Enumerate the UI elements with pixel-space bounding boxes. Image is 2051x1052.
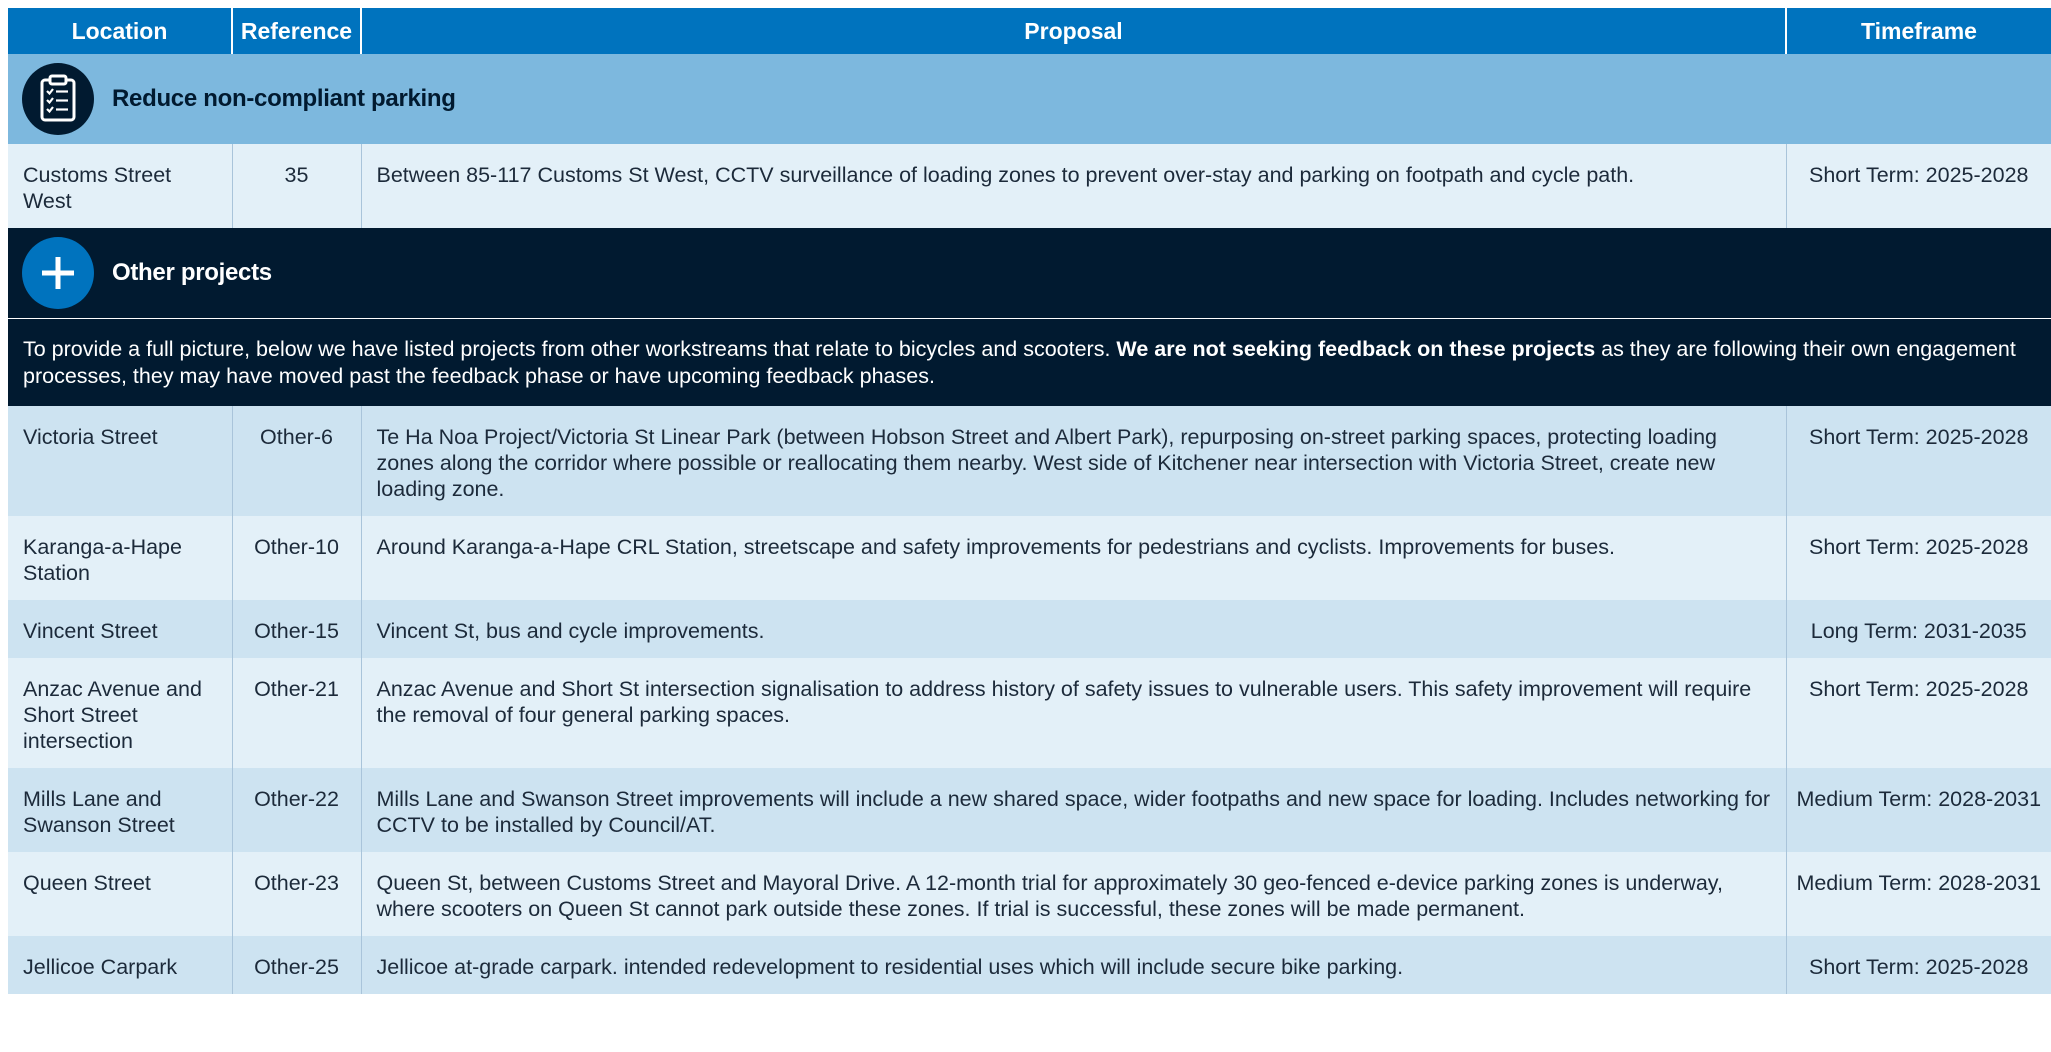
cell-proposal: Queen St, between Customs Street and May… bbox=[361, 852, 1787, 936]
clipboard-checklist-icon bbox=[22, 63, 94, 135]
cell-proposal: Anzac Avenue and Short St intersection s… bbox=[361, 658, 1787, 768]
cell-proposal: Between 85-117 Customs St West, CCTV sur… bbox=[361, 144, 1787, 228]
other-projects-intro-row: To provide a full picture, below we have… bbox=[8, 318, 2051, 406]
table-row: Mills Lane and Swanson Street Other-22 M… bbox=[8, 768, 2051, 852]
cell-location: Victoria Street bbox=[8, 406, 233, 516]
cell-timeframe: Medium Term: 2028-2031 bbox=[1786, 768, 2051, 852]
cell-location: Anzac Avenue and Short Street intersecti… bbox=[8, 658, 233, 768]
cell-reference: Other-6 bbox=[232, 406, 362, 516]
column-header-location: Location bbox=[8, 8, 233, 54]
cell-timeframe: Long Term: 2031-2035 bbox=[1786, 600, 2051, 658]
cell-reference: Other-15 bbox=[232, 600, 362, 658]
cell-location: Jellicoe Carpark bbox=[8, 936, 233, 994]
column-header-timeframe: Timeframe bbox=[1786, 8, 2051, 54]
cell-reference: Other-23 bbox=[232, 852, 362, 936]
cell-timeframe: Medium Term: 2028-2031 bbox=[1786, 852, 2051, 936]
cell-location: Customs Street West bbox=[8, 144, 233, 228]
section-header-parking: Reduce non-compliant parking bbox=[8, 54, 2051, 144]
column-header-reference: Reference bbox=[232, 8, 362, 54]
projects-table-container: Location Reference Proposal Timeframe Re… bbox=[8, 8, 2051, 994]
section-title-parking: Reduce non-compliant parking bbox=[112, 85, 456, 112]
table-row: Queen Street Other-23 Queen St, between … bbox=[8, 852, 2051, 936]
table-row: Victoria Street Other-6 Te Ha Noa Projec… bbox=[8, 406, 2051, 516]
table-row: Vincent Street Other-15 Vincent St, bus … bbox=[8, 600, 2051, 658]
cell-proposal: Around Karanga-a-Hape CRL Station, stree… bbox=[361, 516, 1787, 600]
table-row: Karanga-a-Hape Station Other-10 Around K… bbox=[8, 516, 2051, 600]
cell-proposal: Mills Lane and Swanson Street improvemen… bbox=[361, 768, 1787, 852]
cell-timeframe: Short Term: 2025-2028 bbox=[1786, 936, 2051, 994]
cell-proposal: Vincent St, bus and cycle improvements. bbox=[361, 600, 1787, 658]
cell-proposal: Jellicoe at-grade carpark. intended rede… bbox=[361, 936, 1787, 994]
table-header-row: Location Reference Proposal Timeframe bbox=[8, 8, 2051, 54]
plus-icon bbox=[22, 237, 94, 309]
table-row: Jellicoe Carpark Other-25 Jellicoe at-gr… bbox=[8, 936, 2051, 994]
intro-text-bold: We are not seeking feedback on these pro… bbox=[1116, 337, 1596, 361]
cell-timeframe: Short Term: 2025-2028 bbox=[1786, 516, 2051, 600]
section-title-other-projects: Other projects bbox=[112, 259, 272, 286]
other-projects-intro: To provide a full picture, below we have… bbox=[8, 318, 2051, 406]
cell-proposal: Te Ha Noa Project/Victoria St Linear Par… bbox=[361, 406, 1787, 516]
cell-location: Queen Street bbox=[8, 852, 233, 936]
cell-reference: Other-10 bbox=[232, 516, 362, 600]
cell-location: Mills Lane and Swanson Street bbox=[8, 768, 233, 852]
table-row: Anzac Avenue and Short Street intersecti… bbox=[8, 658, 2051, 768]
column-header-proposal: Proposal bbox=[361, 8, 1787, 54]
table-row: Customs Street West 35 Between 85-117 Cu… bbox=[8, 144, 2051, 228]
cell-timeframe: Short Term: 2025-2028 bbox=[1786, 144, 2051, 228]
projects-table: Location Reference Proposal Timeframe Re… bbox=[8, 8, 2051, 994]
cell-reference: Other-21 bbox=[232, 658, 362, 768]
cell-reference: 35 bbox=[232, 144, 362, 228]
cell-timeframe: Short Term: 2025-2028 bbox=[1786, 658, 2051, 768]
cell-timeframe: Short Term: 2025-2028 bbox=[1786, 406, 2051, 516]
intro-text-before: To provide a full picture, below we have… bbox=[23, 337, 1117, 361]
cell-location: Vincent Street bbox=[8, 600, 233, 658]
cell-reference: Other-25 bbox=[232, 936, 362, 994]
section-header-other-projects: Other projects bbox=[8, 228, 2051, 319]
cell-reference: Other-22 bbox=[232, 768, 362, 852]
cell-location: Karanga-a-Hape Station bbox=[8, 516, 233, 600]
